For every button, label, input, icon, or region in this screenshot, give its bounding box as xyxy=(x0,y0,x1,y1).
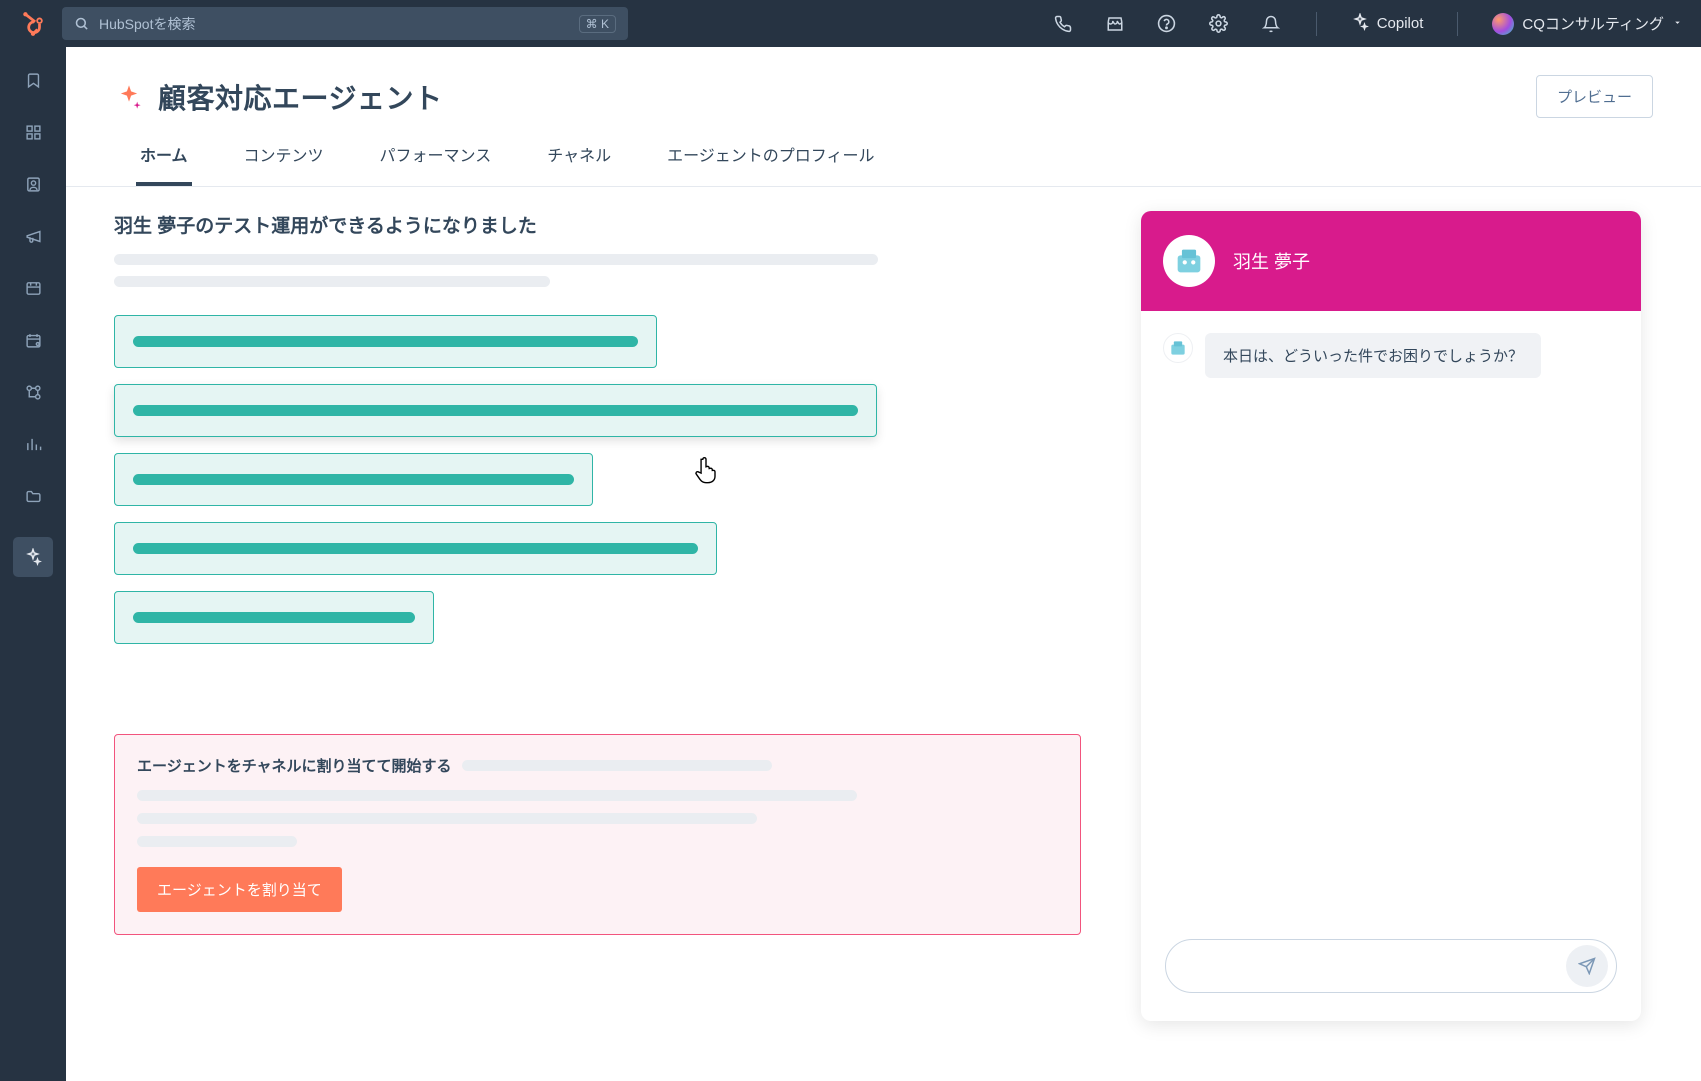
reports-icon[interactable] xyxy=(22,433,44,455)
copilot-label: Copilot xyxy=(1377,15,1424,32)
notifications-icon[interactable] xyxy=(1260,13,1282,35)
suggestion-skeleton-bar xyxy=(133,543,698,554)
send-button[interactable] xyxy=(1566,945,1608,987)
chat-agent-name: 羽生 夢子 xyxy=(1233,248,1310,274)
chat message: 本日は、どういった件でお困りでしょうか？ xyxy=(1163,333,1619,378)
tabs: ホーム コンテンツ パフォーマンス チャネル エージェントのプロフィール xyxy=(66,118,1701,187)
page-header: 顧客対応エージェント プレビュー xyxy=(66,47,1701,118)
phone-icon[interactable] xyxy=(1052,13,1074,35)
suggestion-skeleton-bar xyxy=(133,612,415,623)
divider xyxy=(1457,12,1458,36)
page-title: 顧客対応エージェント xyxy=(158,77,442,117)
suggestion-pill[interactable] xyxy=(114,522,717,575)
megaphone-icon[interactable] xyxy=(22,225,44,247)
test-heading: 羽生 夢子のテスト運用ができるようになりました xyxy=(114,211,1081,238)
search-icon xyxy=(74,16,89,31)
chat-body: 本日は、どういった件でお困りでしょうか？ xyxy=(1141,311,1641,919)
chat-greeting-bubble: 本日は、どういった件でお困りでしょうか？ xyxy=(1205,333,1541,378)
top-icon-group: Copilot CQコンサルティング xyxy=(1052,12,1683,36)
assign-title: エージェントをチャネルに割り当てて開始する xyxy=(137,755,452,776)
assign-agent-button[interactable]: エージェントを割り当て xyxy=(137,867,342,912)
top-header: HubSpotを検索 ⌘ K Copilot CQコンサルティング xyxy=(0,0,1701,47)
account-avatar-icon xyxy=(1492,13,1514,35)
right-column: 羽生 夢子 本日は、どういった件でお困りでしょうか？ xyxy=(1141,211,1641,1021)
ai-icon[interactable] xyxy=(13,537,53,577)
divider xyxy=(1316,12,1317,36)
search-placeholder: HubSpotを検索 xyxy=(99,14,569,34)
assign-channel-card: エージェントをチャネルに割り当てて開始する エージェントを割り当て xyxy=(114,734,1081,935)
tab-performance[interactable]: パフォーマンス xyxy=(376,142,496,186)
preview-button[interactable]: プレビュー xyxy=(1536,75,1653,118)
main: 顧客対応エージェント プレビュー ホーム コンテンツ パフォーマンス チャネル … xyxy=(66,47,1701,1081)
copilot-button[interactable]: Copilot xyxy=(1351,13,1424,35)
suggestion-list xyxy=(114,315,1081,644)
suggestion-skeleton-bar xyxy=(133,474,574,485)
suggestion-pill[interactable] xyxy=(114,591,434,644)
chat-input[interactable] xyxy=(1165,939,1617,993)
help-icon[interactable] xyxy=(1156,13,1178,35)
suggestion-pill[interactable] xyxy=(114,384,877,437)
suggestion-skeleton-bar xyxy=(133,405,858,416)
account-menu[interactable]: CQコンサルティング xyxy=(1492,13,1683,35)
apps-icon[interactable] xyxy=(22,121,44,143)
settings-icon[interactable] xyxy=(1208,13,1230,35)
left-rail xyxy=(0,47,66,1081)
shopping-icon[interactable] xyxy=(22,277,44,299)
folder-icon[interactable] xyxy=(22,485,44,507)
marketplace-icon[interactable] xyxy=(1104,13,1126,35)
msg-avatar-icon xyxy=(1163,333,1193,363)
workflow-icon[interactable] xyxy=(22,381,44,403)
search-kbd: ⌘ K xyxy=(579,15,616,33)
tab-profile[interactable]: エージェントのプロフィール xyxy=(663,142,878,186)
bookmark-icon[interactable] xyxy=(22,69,44,91)
contact-icon[interactable] xyxy=(22,173,44,195)
left-column: 羽生 夢子のテスト運用ができるようになりました エージェントをチャネルに割り当て… xyxy=(114,211,1081,1021)
chat-header: 羽生 夢子 xyxy=(1141,211,1641,311)
account-label: CQコンサルティング xyxy=(1522,13,1664,34)
chat-input-field[interactable] xyxy=(1184,958,1566,975)
breeze-sparkle-icon xyxy=(114,82,144,112)
chat-preview-panel: 羽生 夢子 本日は、どういった件でお困りでしょうか？ xyxy=(1141,211,1641,1021)
suggestion-pill[interactable] xyxy=(114,453,593,506)
chat-input-area xyxy=(1141,919,1641,1021)
global-search[interactable]: HubSpotを検索 ⌘ K xyxy=(62,7,628,40)
suggestion-skeleton-bar xyxy=(133,336,638,347)
sparkle-icon xyxy=(1351,13,1369,35)
suggestion-pill[interactable] xyxy=(114,315,657,368)
tab-channels[interactable]: チャネル xyxy=(543,142,615,186)
tab-home[interactable]: ホーム xyxy=(136,142,192,186)
tab-content[interactable]: コンテンツ xyxy=(240,142,328,186)
calendar-icon[interactable] xyxy=(22,329,44,351)
content: 羽生 夢子のテスト運用ができるようになりました エージェントをチャネルに割り当て… xyxy=(66,187,1701,1051)
agent-avatar-icon xyxy=(1163,235,1215,287)
chevron-down-icon xyxy=(1672,15,1683,32)
skeleton-description xyxy=(114,254,1081,287)
hubspot-logo-icon[interactable] xyxy=(18,9,48,39)
